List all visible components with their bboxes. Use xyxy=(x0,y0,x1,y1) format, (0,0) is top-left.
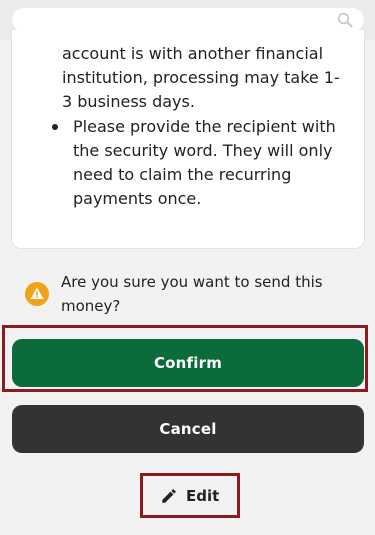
info-partial-text: account is with another financial instit… xyxy=(62,44,340,111)
bullet-dot xyxy=(52,124,58,130)
confirm-button[interactable]: Confirm xyxy=(12,339,364,387)
edit-label: Edit xyxy=(186,487,220,505)
warning-icon xyxy=(25,282,49,306)
cancel-button[interactable]: Cancel xyxy=(12,405,364,453)
confirmation-question: Are you sure you want to send this money… xyxy=(61,273,323,315)
search-input[interactable] xyxy=(12,8,364,32)
pencil-icon xyxy=(162,489,176,503)
edit-button[interactable]: Edit xyxy=(160,483,224,509)
search-icon[interactable] xyxy=(336,11,354,29)
info-bullet-text: Please provide the recipient with the se… xyxy=(73,117,336,208)
